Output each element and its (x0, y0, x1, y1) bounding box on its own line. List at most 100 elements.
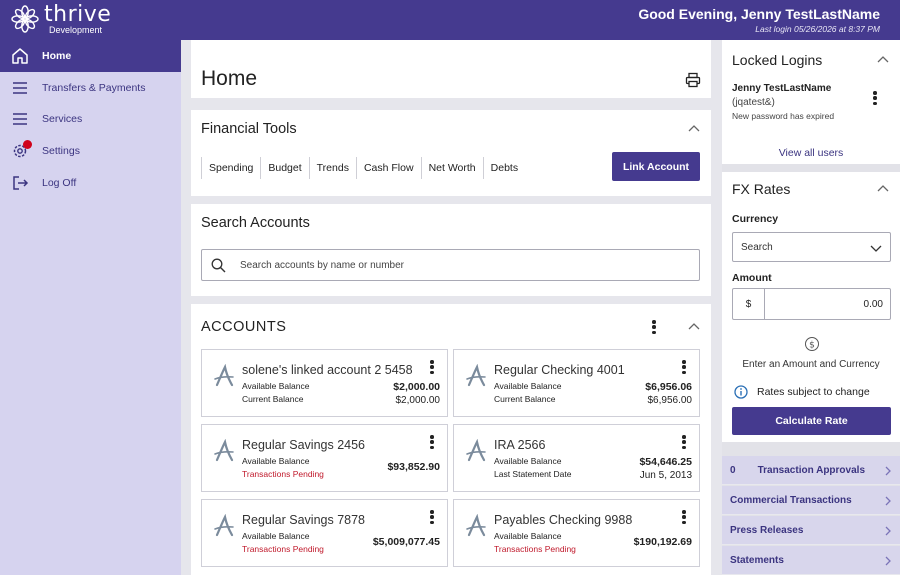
account-line2-label: Last Statement Date (494, 469, 572, 479)
info-icon (734, 385, 748, 399)
gear-icon (11, 139, 32, 160)
sidebar-item-transfers[interactable]: Transfers & Payments (0, 72, 181, 104)
greeting-text: Good Evening, Jenny TestLastName (638, 6, 880, 22)
chevron-up-icon[interactable] (876, 53, 890, 67)
account-more-icon[interactable] (430, 360, 434, 374)
account-name[interactable]: IRA 2566 (494, 438, 545, 452)
account-tile[interactable]: solene's linked account 2 5458 Available … (201, 349, 448, 417)
currency-label: Currency (732, 213, 779, 225)
chevron-right-icon (885, 556, 891, 566)
page-title-card: Home (191, 40, 711, 98)
tool-net-worth[interactable]: Net Worth (422, 157, 484, 179)
sidebar-item-home[interactable]: Home (0, 40, 181, 72)
brand-logo[interactable]: thrive Development (10, 4, 111, 35)
link-label: Statements (730, 554, 784, 566)
page-title: Home (201, 67, 258, 90)
chevron-up-icon[interactable] (876, 182, 890, 196)
chevron-right-icon (885, 526, 891, 536)
accounts-more-icon[interactable] (652, 320, 656, 334)
accounts-card: ACCOUNTS solene's linked account 2 5458 A… (191, 304, 711, 575)
account-logo-icon (212, 363, 236, 388)
logout-icon (11, 174, 29, 192)
right-panel: Locked Logins Jenny TestLastName (jqates… (722, 40, 900, 575)
home-icon (11, 47, 29, 65)
brand-name: thrive (44, 2, 112, 27)
account-name[interactable]: Regular Savings 2456 (242, 438, 365, 452)
account-tile[interactable]: Regular Savings 7878 Available Balance Tra… (201, 499, 448, 567)
fx-note-text: Rates subject to change (757, 386, 870, 398)
account-line1-label: Available Balance (494, 531, 562, 541)
tool-budget[interactable]: Budget (261, 157, 310, 179)
account-name[interactable]: Regular Checking 4001 (494, 363, 625, 377)
account-tile[interactable]: Payables Checking 9988 Available Balance T… (453, 499, 700, 567)
link-label: Transaction Approvals (757, 464, 865, 476)
sidebar-item-logoff[interactable]: Log Off (0, 167, 181, 199)
top-header: thrive Development Good Evening, Jenny T… (0, 0, 900, 40)
link-account-button[interactable]: Link Account (612, 152, 700, 181)
search-accounts-card: Search Accounts Search accounts by name … (191, 204, 711, 296)
chevron-right-icon (885, 496, 891, 506)
sidebar-item-settings[interactable]: Settings (0, 135, 181, 167)
print-icon[interactable] (685, 72, 701, 88)
currency-select[interactable]: Search (732, 232, 891, 262)
chevron-up-icon[interactable] (687, 320, 701, 334)
sidebar-item-services[interactable]: Services (0, 103, 181, 135)
financial-tools-tabs: Spending Budget Trends Cash Flow Net Wor… (201, 156, 525, 180)
account-more-icon[interactable] (682, 435, 686, 449)
account-tile[interactable]: Regular Checking 4001 Available Balance Cu… (453, 349, 700, 417)
transaction-approvals-link[interactable]: 0 Transaction Approvals (722, 456, 900, 485)
account-name[interactable]: Payables Checking 9988 (494, 513, 632, 527)
account-name[interactable]: Regular Savings 7878 (242, 513, 365, 527)
account-more-icon[interactable] (430, 435, 434, 449)
account-more-icon[interactable] (430, 510, 434, 524)
menu-icon (11, 110, 29, 128)
sidebar-item-label: Home (42, 49, 72, 62)
flower-logo-icon (11, 5, 39, 33)
account-more-icon[interactable] (682, 360, 686, 374)
account-name[interactable]: solene's linked account 2 5458 (242, 363, 413, 377)
amount-value: 0.00 (863, 299, 883, 310)
account-line2-value: Jun 5, 2013 (639, 470, 692, 481)
account-logo-icon (464, 363, 488, 388)
account-line2-label: Current Balance (242, 394, 304, 404)
sidebar-item-label: Log Off (42, 176, 77, 189)
account-line2-label: Transactions Pending (242, 469, 324, 479)
account-tile[interactable]: Regular Savings 2456 Available Balance Tra… (201, 424, 448, 492)
account-line2-value: $6,956.00 (647, 395, 693, 406)
amount-label: Amount (732, 272, 772, 284)
account-line2-label: Transactions Pending (242, 544, 324, 554)
tool-debts[interactable]: Debts (484, 157, 525, 179)
notification-dot (23, 139, 32, 149)
locked-user-more-icon[interactable] (873, 91, 877, 105)
sidebar: Home Transfers & Payments Services Setti… (0, 40, 181, 575)
sidebar-item-label: Services (42, 113, 83, 126)
svg-text:$: $ (809, 341, 815, 351)
chevron-right-icon (885, 466, 891, 476)
account-more-icon[interactable] (682, 510, 686, 524)
commercial-transactions-link[interactable]: Commercial Transactions (722, 486, 900, 515)
account-line1-label: Available Balance (494, 381, 562, 391)
sidebar-item-label: Settings (42, 144, 80, 157)
locked-logins-card: Locked Logins Jenny TestLastName (jqates… (722, 40, 900, 164)
tool-cash-flow[interactable]: Cash Flow (357, 157, 422, 179)
view-all-users-link[interactable]: View all users (722, 147, 900, 159)
chevron-up-icon[interactable] (687, 122, 701, 136)
account-logo-icon (212, 513, 236, 538)
search-input[interactable]: Search accounts by name or number (201, 249, 700, 281)
account-line1-label: Available Balance (242, 531, 310, 541)
account-line1-value: $6,956.06 (645, 381, 692, 393)
account-line2-value: $2,000.00 (395, 395, 441, 406)
search-accounts-title: Search Accounts (201, 215, 310, 231)
fx-rates-card: FX Rates Currency Search Amount $ 0.00 $… (722, 172, 900, 442)
dollar-circle-icon: $ (805, 337, 819, 351)
last-login-text: Last login 05/26/2026 at 8:37 PM (755, 24, 880, 34)
account-tile[interactable]: IRA 2566 Available Balance Last Statement … (453, 424, 700, 492)
amount-input[interactable]: $ 0.00 (732, 288, 891, 320)
locked-logins-title: Locked Logins (732, 52, 823, 68)
press-releases-link[interactable]: Press Releases (722, 516, 900, 545)
tool-spending[interactable]: Spending (201, 157, 262, 179)
statements-link[interactable]: Statements (722, 546, 900, 575)
calculate-rate-button[interactable]: Calculate Rate (732, 407, 891, 435)
account-line1-label: Available Balance (242, 381, 310, 391)
tool-trends[interactable]: Trends (310, 157, 357, 179)
